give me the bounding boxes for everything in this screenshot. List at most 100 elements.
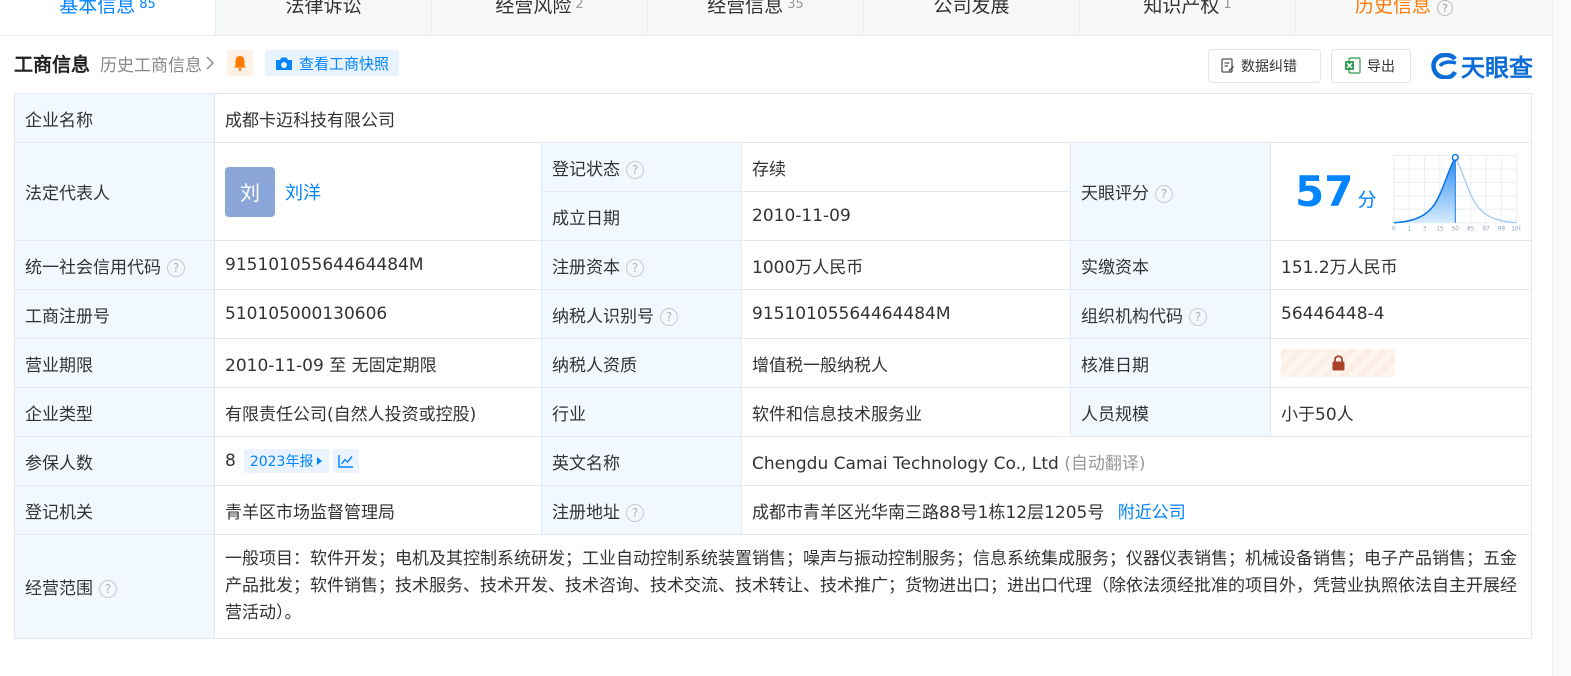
company-type-label: 企业类型 (14, 387, 215, 437)
address-label: 注册地址 (552, 502, 620, 523)
score-marker (1452, 153, 1460, 161)
table-row: 法定代表人 刘刘洋 登记状态? 存续 天眼评分? 57 分 0 1 3 15 5… (14, 142, 1533, 241)
question-circle-icon[interactable]: ? (1189, 307, 1207, 326)
annual-report-button[interactable]: 2023年报 (243, 449, 330, 473)
tab-operations[interactable]: 经营信息 35 (648, 0, 864, 35)
founded-label: 成立日期 (541, 191, 742, 241)
approval-date-cell (1269, 338, 1533, 388)
reg-capital-value: 1000万人民币 (741, 240, 1071, 290)
score-distribution-chart: 0 1 3 15 50 85 97 99 100 (1392, 153, 1521, 232)
table-row: 统一社会信用代码? 91510105564464484M 注册资本? 1000万… (14, 240, 1533, 290)
correction-button[interactable]: 数据纠错 (1208, 48, 1321, 83)
score-value: 57 (1295, 167, 1354, 216)
snapshot-button[interactable]: 查看工商快照 (265, 50, 400, 76)
export-button[interactable]: 导出 (1331, 48, 1411, 83)
question-circle-icon[interactable]: ? (99, 580, 117, 598)
x-tick-label: 0 (1392, 226, 1396, 232)
scrollbar[interactable] (1552, 0, 1571, 676)
table-row: 登记机关 青羊区市场监督管理局 注册地址? 成都市青羊区光华南三路88号1栋12… (14, 485, 1533, 535)
tab-development[interactable]: 公司发展 (864, 0, 1080, 35)
scope-label-cell: 经营范围? (14, 534, 215, 639)
tab-count: 1 (1223, 0, 1232, 12)
reg-status-value: 存续 (741, 142, 1071, 192)
page: 基本信息 85 法律诉讼 经营风险 2 经营信息 35 公司发展 知识产权 1 历史信息… (0, 0, 1571, 676)
company-name-label: 企业名称 (14, 93, 215, 143)
history-link[interactable]: 历史工商信息 (100, 51, 215, 76)
org-code-label-cell: 组织机构代码? (1070, 289, 1271, 339)
snapshot-button-label: 查看工商快照 (299, 54, 390, 73)
legal-rep-label: 法定代表人 (14, 142, 215, 241)
tab-basic-info[interactable]: 基本信息 85 (0, 0, 216, 35)
scope-value: 一般项目：软件开发；电机及其控制系统研发；工业自动控制系统装置销售；噪声与振动控… (213, 534, 1533, 639)
reg-no-label: 工商注册号 (14, 289, 215, 339)
table-row: 参保人数 8 2023年报 英文名称 Chengdu Camai Technolo… (14, 436, 1533, 486)
industry-label: 行业 (541, 387, 742, 437)
insured-cell: 8 2023年报 (214, 436, 542, 486)
toolbar: 数据纠错 导出 天眼查 (1208, 48, 1533, 83)
score-cell[interactable]: 57 分 0 1 3 15 50 85 97 99 10 (1269, 142, 1533, 241)
question-circle-icon[interactable]: ? (626, 258, 644, 277)
address-cell: 成都市青羊区光华南三路88号1栋12层1205号 附近公司 (740, 485, 1533, 535)
tab-label: 经营风险 (495, 0, 572, 17)
company-name-value: 成都卡迈科技有限公司 (213, 93, 1533, 143)
locked-value[interactable] (1281, 349, 1395, 377)
staff-size-value: 小于50人 (1269, 387, 1533, 437)
x-tick-label: 100 (1512, 226, 1521, 232)
table-row: 营业期限 2010-11-09 至 无固定期限 纳税人资质 增值税一般纳税人 核… (14, 338, 1533, 388)
tianyancha-logo-icon (1431, 52, 1458, 79)
x-tick-label: 15 (1437, 226, 1445, 232)
bell-icon[interactable] (227, 50, 254, 76)
table-row: 工商注册号 510105000130606 纳税人识别号? 9151010556… (14, 289, 1533, 339)
english-name-value: Chengdu Camai Technology Co., Ltd (752, 453, 1059, 474)
section-title: 工商信息 (14, 53, 91, 76)
trend-chart-icon[interactable] (333, 449, 360, 473)
camera-icon (276, 57, 293, 70)
tab-bar: 基本信息 85 法律诉讼 经营风险 2 经营信息 35 公司发展 知识产权 1 历史信息… (0, 0, 1552, 36)
question-circle-icon[interactable]: ? (167, 258, 185, 277)
company-type-value: 有限责任公司(自然人投资或控股) (214, 387, 542, 437)
org-code-value: 56446448-4 (1269, 289, 1533, 339)
authority-value: 青羊区市场监督管理局 (214, 485, 542, 535)
tab-ip[interactable]: 知识产权 1 (1080, 0, 1296, 35)
question-circle-icon[interactable]: ? (660, 307, 678, 326)
question-circle-icon[interactable]: ? (626, 503, 644, 522)
paid-capital-label: 实缴资本 (1070, 240, 1271, 290)
tab-label: 经营信息 (707, 0, 784, 17)
taxpayer-id-label-cell: 纳税人识别号? (541, 289, 742, 339)
annual-report-label: 2023年报 (249, 454, 314, 470)
table-row: 企业类型 有限责任公司(自然人投资或控股) 行业 软件和信息技术服务业 人员规模… (14, 387, 1533, 437)
staff-size-label: 人员规模 (1070, 387, 1271, 437)
x-tick-label: 97 (1483, 226, 1491, 232)
tab-legal[interactable]: 法律诉讼 (216, 0, 432, 35)
export-button-label: 导出 (1367, 58, 1395, 75)
question-circle-icon[interactable]: ? (1155, 185, 1173, 203)
insured-label: 参保人数 (14, 436, 215, 486)
brand-logo: 天眼查 (1431, 48, 1533, 83)
section-header: 工商信息 历史工商信息 查看工商快照 (14, 46, 400, 80)
tab-risk[interactable]: 经营风险 2 (432, 0, 648, 35)
taxpayer-id-label: 纳税人识别号 (552, 306, 654, 327)
credit-code-value: 91510105564464484M (214, 240, 542, 290)
score-unit: 分 (1357, 189, 1377, 211)
insured-value: 8 (225, 451, 236, 471)
reg-no-value: 510105000130606 (214, 289, 542, 339)
founded-value: 2010-11-09 (741, 191, 1071, 241)
tab-label: 法律诉讼 (285, 0, 362, 17)
question-circle-icon[interactable]: ? (626, 160, 644, 179)
taxpayer-qual-value: 增值税一般纳税人 (741, 338, 1071, 388)
credit-code-label: 统一社会信用代码 (25, 257, 161, 278)
score-widget: 57 分 0 1 3 15 50 85 97 99 10 (1281, 150, 1521, 234)
tab-label: 历史信息 (1354, 0, 1431, 17)
legal-rep-link[interactable]: 刘洋 (285, 183, 321, 204)
nearby-companies-link[interactable]: 附近公司 (1118, 503, 1186, 523)
authority-label: 登记机关 (14, 485, 215, 535)
tab-history[interactable]: 历史信息? (1296, 0, 1512, 35)
address-label-cell: 注册地址? (541, 485, 742, 535)
auto-translate-note: (自动翻译) (1064, 453, 1146, 474)
avatar[interactable]: 刘 (225, 166, 275, 217)
score-label-cell: 天眼评分? (1070, 142, 1271, 241)
question-circle-icon[interactable]: ? (1437, 0, 1453, 16)
correction-button-label: 数据纠错 (1241, 58, 1297, 75)
taxpayer-id-value: 91510105564464484M (741, 289, 1071, 339)
tab-label: 基本信息 (59, 0, 136, 17)
